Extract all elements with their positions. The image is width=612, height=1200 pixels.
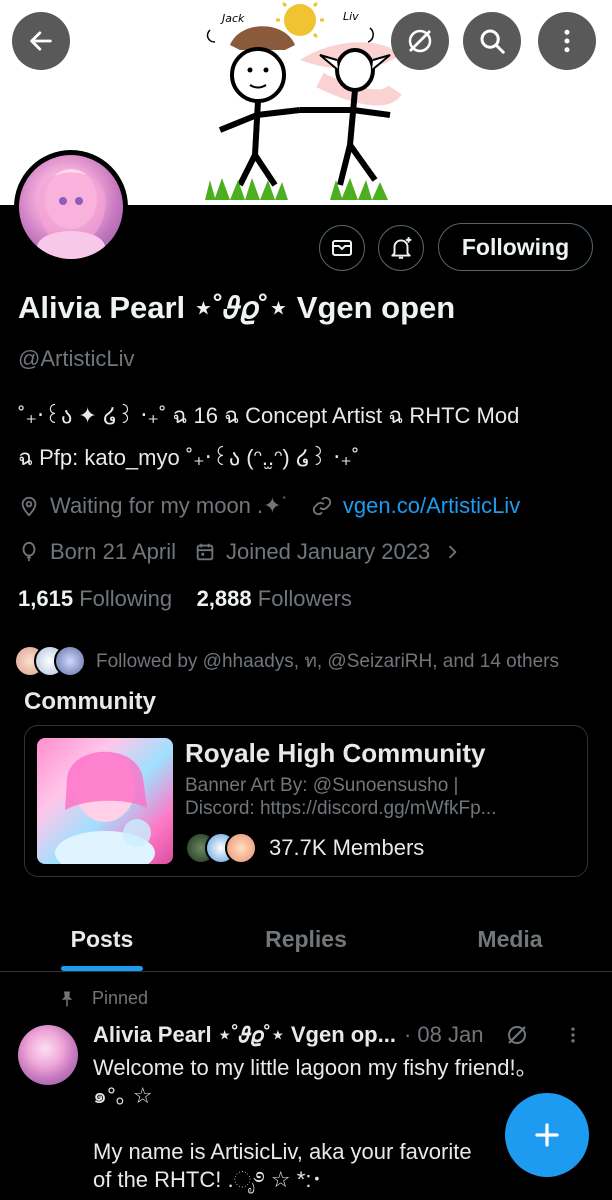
pin-icon — [61, 991, 73, 1006]
community-members-count: 37.7K Members — [269, 835, 425, 860]
community-image — [37, 738, 173, 864]
tab-replies[interactable]: Replies — [204, 908, 408, 971]
link-icon — [311, 495, 337, 517]
calendar-icon — [194, 541, 220, 563]
followers-label: Followers — [257, 586, 352, 611]
balloon-icon — [18, 541, 44, 563]
banner-label-right: Liv — [343, 10, 359, 23]
follower-avatar — [54, 645, 86, 677]
avatar-image — [19, 155, 123, 259]
location-website-row: Waiting for my moon .✦˙ vgen.co/Artistic… — [18, 493, 520, 519]
profile-tabs: Posts Replies Media — [0, 908, 612, 972]
profile-joined: Joined January 2023 — [225, 539, 431, 564]
birthday-joined-row: Born 21 April Joined January 2023 — [18, 539, 474, 565]
grok-icon[interactable] — [505, 1023, 529, 1047]
profile-name: Alivia Pearl ⋆˚𝜗𝜚˚⋆ Vgen open — [18, 290, 456, 325]
community-title: Royale High Community — [185, 738, 486, 768]
tab-media[interactable]: Media — [408, 908, 612, 971]
more-vertical-icon — [564, 29, 570, 53]
message-button[interactable] — [319, 225, 365, 271]
grok-icon — [408, 29, 432, 53]
community-description: Banner Art By: @Sunoensusho | Discord: h… — [185, 774, 575, 820]
banner-label-left: Jack — [220, 12, 245, 25]
follow-stats: 1,615 Following 2,888 Followers — [18, 586, 352, 612]
bio-line-2: ฉ Pfp: kato_myo ˚₊‧꒰ა (ᵔ.̫.ᵔ) ໒꒱ ‧₊˚ — [18, 445, 360, 470]
post-header: Alivia Pearl ⋆˚𝜗𝜚˚⋆ Vgen op... · 08 Jan — [93, 1022, 583, 1048]
community-members: 37.7K Members — [185, 832, 424, 864]
bio-line-1: ˚₊‧꒰ა ✦ ໒꒱ ‧₊˚ ฉ 16 ฉ Concept Artist ฉ R… — [18, 403, 520, 428]
compose-button[interactable] — [505, 1093, 589, 1177]
pinned-label: Pinned — [92, 988, 149, 1008]
location-icon — [18, 495, 44, 517]
plus-icon — [535, 1123, 559, 1147]
profile-website-link[interactable]: vgen.co/ArtisticLiv — [343, 493, 520, 519]
post-author[interactable]: Alivia Pearl ⋆˚𝜗𝜚˚⋆ Vgen op... — [93, 1022, 396, 1048]
grok-button[interactable] — [391, 12, 449, 70]
following-label: Following — [79, 586, 173, 611]
notifications-button[interactable] — [378, 225, 424, 271]
more-button[interactable] — [538, 12, 596, 70]
search-icon — [480, 29, 505, 54]
bell-plus-icon — [391, 237, 412, 259]
pinned-indicator: Pinned — [58, 988, 148, 1009]
community-desc-line-1: Banner Art By: @Sunoensusho | — [185, 775, 459, 796]
following-button[interactable]: Following — [438, 223, 593, 271]
mail-icon — [332, 240, 352, 256]
tab-posts[interactable]: Posts — [0, 908, 204, 971]
community-desc-line-2: Discord: https://discord.gg/mWfkFp... — [185, 798, 497, 819]
post-date[interactable]: · 08 Jan — [404, 1022, 484, 1048]
followed-by-text: Followed by @hhaadys, ท, @SeizariRH, and… — [96, 651, 559, 672]
arrow-left-icon — [30, 31, 52, 51]
search-button[interactable] — [463, 12, 521, 70]
post-more-icon[interactable] — [563, 1025, 583, 1045]
followers-count: 2,888 — [196, 586, 252, 611]
member-avatar — [225, 832, 257, 864]
back-button[interactable] — [12, 12, 70, 70]
following-count: 1,615 — [18, 586, 74, 611]
followers-stat[interactable]: 2,888 Followers — [197, 586, 352, 611]
profile-location: Waiting for my moon .✦˙ — [50, 493, 289, 518]
followed-by-row[interactable]: Followed by @hhaadys, ท, @SeizariRH, and… — [14, 645, 559, 677]
chevron-right-icon[interactable] — [442, 542, 468, 562]
profile-birthday: Born 21 April — [50, 539, 176, 564]
post-avatar[interactable] — [18, 1025, 78, 1085]
community-heading: Community — [24, 688, 156, 715]
following-stat[interactable]: 1,615 Following — [18, 586, 172, 611]
community-card[interactable]: Royale High Community Banner Art By: @Su… — [24, 725, 588, 877]
profile-avatar[interactable] — [14, 150, 128, 264]
profile-handle: @ArtisticLiv — [18, 346, 135, 371]
